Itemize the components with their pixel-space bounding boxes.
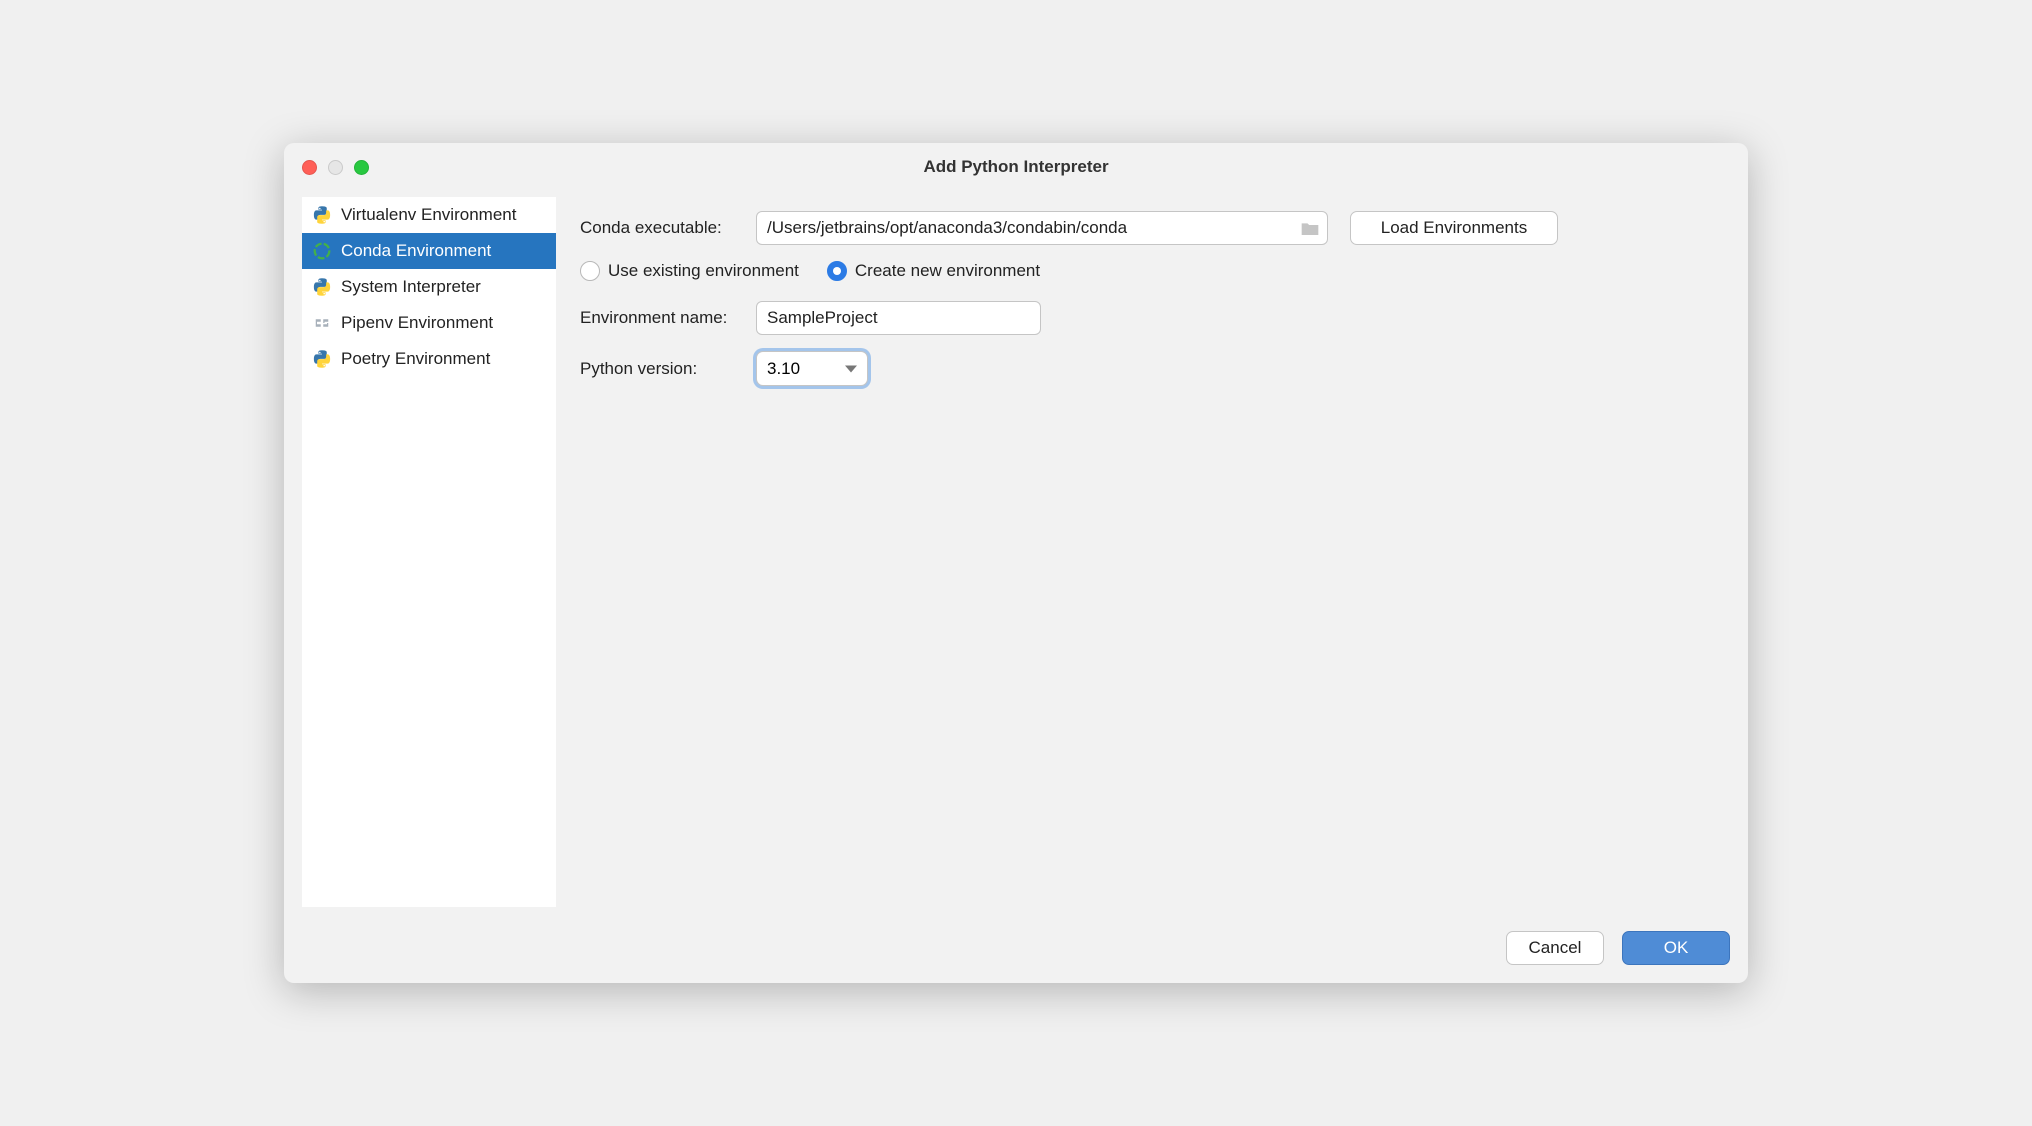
dialog-body: Virtualenv Environment Conda Environment… bbox=[284, 191, 1748, 927]
python-icon bbox=[312, 277, 332, 297]
ok-button[interactable]: OK bbox=[1622, 931, 1730, 965]
dialog-footer: Cancel OK bbox=[284, 927, 1748, 983]
conda-exec-label: Conda executable: bbox=[580, 218, 756, 238]
select-value: 3.10 bbox=[767, 359, 800, 379]
sidebar-item-label: Pipenv Environment bbox=[341, 313, 493, 333]
radio-circle-icon bbox=[827, 261, 847, 281]
sidebar-item-label: System Interpreter bbox=[341, 277, 481, 297]
sidebar-item-label: Poetry Environment bbox=[341, 349, 490, 369]
main-panel: Conda executable: Load Environments Use … bbox=[556, 197, 1748, 927]
sidebar-item-virtualenv[interactable]: Virtualenv Environment bbox=[302, 197, 556, 233]
python-icon bbox=[312, 205, 332, 225]
env-mode-radio-group: Use existing environment Create new envi… bbox=[580, 261, 1724, 281]
sidebar-item-conda[interactable]: Conda Environment bbox=[302, 233, 556, 269]
env-name-row: Environment name: bbox=[580, 301, 1724, 335]
chevron-down-icon bbox=[845, 365, 857, 372]
radio-label: Use existing environment bbox=[608, 261, 799, 281]
conda-exec-input[interactable] bbox=[756, 211, 1328, 245]
py-version-row: Python version: 3.10 bbox=[580, 351, 1724, 386]
window-title: Add Python Interpreter bbox=[284, 157, 1748, 177]
python-version-select[interactable]: 3.10 bbox=[756, 351, 868, 386]
close-window-button[interactable] bbox=[302, 160, 317, 175]
radio-use-existing[interactable]: Use existing environment bbox=[580, 261, 799, 281]
sidebar-item-label: Conda Environment bbox=[341, 241, 491, 261]
radio-label: Create new environment bbox=[855, 261, 1040, 281]
conda-exec-row: Conda executable: Load Environments bbox=[580, 211, 1724, 245]
title-bar: Add Python Interpreter bbox=[284, 143, 1748, 191]
dialog-window: Add Python Interpreter Virtualenv Enviro… bbox=[284, 143, 1748, 983]
python-icon bbox=[312, 349, 332, 369]
radio-create-new[interactable]: Create new environment bbox=[827, 261, 1040, 281]
sidebar-item-pipenv[interactable]: Pipenv Environment bbox=[302, 305, 556, 341]
env-name-input[interactable] bbox=[756, 301, 1041, 335]
load-environments-button[interactable]: Load Environments bbox=[1350, 211, 1558, 245]
minimize-window-button[interactable] bbox=[328, 160, 343, 175]
conda-icon bbox=[312, 241, 332, 261]
cancel-button[interactable]: Cancel bbox=[1506, 931, 1604, 965]
radio-circle-icon bbox=[580, 261, 600, 281]
env-name-label: Environment name: bbox=[580, 308, 756, 328]
sidebar-item-poetry[interactable]: Poetry Environment bbox=[302, 341, 556, 377]
sidebar-item-system[interactable]: System Interpreter bbox=[302, 269, 556, 305]
py-version-label: Python version: bbox=[580, 359, 756, 379]
pipenv-icon bbox=[312, 313, 332, 333]
sidebar-item-label: Virtualenv Environment bbox=[341, 205, 516, 225]
interpreter-type-sidebar: Virtualenv Environment Conda Environment… bbox=[302, 197, 556, 907]
maximize-window-button[interactable] bbox=[354, 160, 369, 175]
conda-exec-input-wrap bbox=[756, 211, 1328, 245]
browse-folder-icon[interactable] bbox=[1300, 220, 1320, 236]
traffic-lights bbox=[284, 160, 369, 175]
